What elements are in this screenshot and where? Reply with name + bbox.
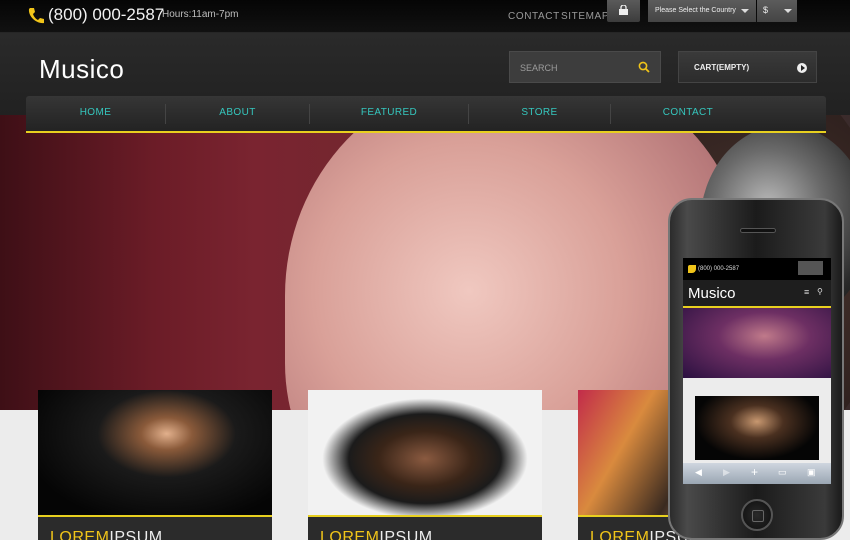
nav-home[interactable]: HOME xyxy=(26,96,165,131)
card-caption: LOREMIPSUM xyxy=(308,515,542,540)
nav-featured[interactable]: FEATURED xyxy=(310,96,468,131)
back-icon: ◀ xyxy=(695,467,702,477)
login-button[interactable] xyxy=(607,0,640,22)
mobile-screen: (800) 000-2587 Musico ≡ ⚲ ◀ ▶ + ▭ ▣ xyxy=(683,258,831,484)
nav-contact[interactable]: CONTACT xyxy=(611,96,765,131)
phone-icon xyxy=(28,8,44,24)
lock-icon xyxy=(619,5,628,15)
country-select-label: Please Select the Country xyxy=(655,7,736,14)
mobile-phone-number: (800) 000-2587 xyxy=(698,266,740,272)
currency-select[interactable]: $ xyxy=(757,0,797,22)
nav-about[interactable]: ABOUT xyxy=(166,96,309,131)
search-input[interactable]: SEARCH xyxy=(520,63,558,73)
artist-card[interactable]: LOREMIPSUM xyxy=(308,390,542,540)
nav-store[interactable]: STORE xyxy=(469,96,610,131)
card-title: LOREMIPSUM xyxy=(320,529,433,540)
cart-button[interactable]: CART(EMPTY) xyxy=(678,51,817,83)
top-bar: (800) 000-2587 Hours:11am-7pm CONTACT SI… xyxy=(0,0,850,33)
contact-link[interactable]: CONTACT xyxy=(508,11,560,22)
card-caption: LOREMIPSUM xyxy=(38,515,272,540)
mobile-logo: Musico xyxy=(688,285,736,302)
main-nav: HOME ABOUT FEATURED STORE CONTACT xyxy=(26,96,826,133)
chevron-down-icon xyxy=(741,9,749,13)
menu-icon: ≡ xyxy=(804,287,810,297)
mobile-search-icon: ⚲ xyxy=(817,287,823,296)
mobile-lock-icon xyxy=(798,261,823,275)
artist-card[interactable]: LOREMIPSUM xyxy=(38,390,272,540)
site-logo[interactable]: Musico xyxy=(39,54,124,85)
mobile-device-mockup: (800) 000-2587 Musico ≡ ⚲ ◀ ▶ + ▭ ▣ xyxy=(668,198,844,540)
browser-toolbar: ◀ ▶ + ▭ ▣ xyxy=(683,463,831,484)
mobile-phone-icon xyxy=(688,265,696,273)
sitemap-link[interactable]: SITEMAP xyxy=(561,11,609,22)
chevron-down-icon xyxy=(784,9,792,13)
mobile-header: Musico ≡ ⚲ xyxy=(683,280,831,308)
forward-icon: ▶ xyxy=(723,467,730,477)
phone-number: (800) 000-2587 xyxy=(48,5,165,24)
mobile-singer-photo xyxy=(695,396,819,460)
cart-label: CART(EMPTY) xyxy=(694,63,750,72)
card-title: LOREMIPSUM xyxy=(50,529,163,540)
tabs-icon: ▣ xyxy=(807,467,816,477)
singer-photo xyxy=(38,390,272,515)
mobile-hero-image xyxy=(683,308,831,378)
search-box[interactable]: SEARCH xyxy=(509,51,661,83)
currency-select-label: $ xyxy=(763,5,769,15)
phone-speaker xyxy=(740,228,776,233)
arrow-right-icon xyxy=(797,63,807,73)
mobile-top-bar: (800) 000-2587 xyxy=(683,258,831,280)
country-select[interactable]: Please Select the Country xyxy=(648,0,756,22)
search-icon[interactable] xyxy=(638,61,650,73)
add-icon: + xyxy=(751,465,759,479)
home-button xyxy=(741,499,773,531)
business-hours: Hours:11am-7pm xyxy=(162,9,239,20)
bookmarks-icon: ▭ xyxy=(778,467,787,477)
rapper-photo xyxy=(308,390,542,515)
